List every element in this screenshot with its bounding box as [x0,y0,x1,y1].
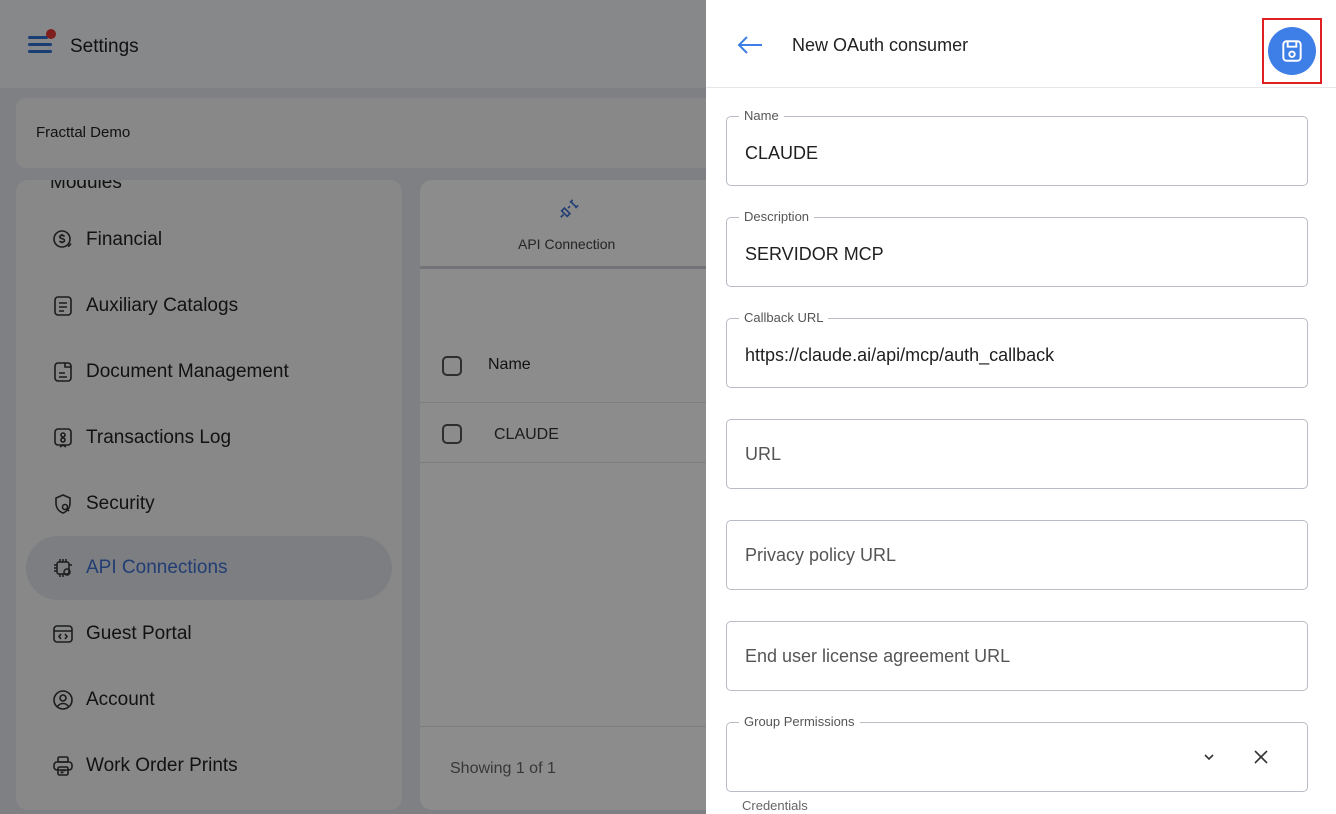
eula-placeholder: End user license agreement URL [745,646,1011,666]
callback-url-field[interactable]: Callback URL https://claude.ai/api/mcp/a… [726,310,1308,388]
save-button[interactable] [1268,27,1316,75]
field-label: Name [739,108,784,123]
description-value: SERVIDOR MCP [745,244,884,264]
privacy-policy-url-field[interactable]: Privacy policy URL [726,520,1308,590]
description-field[interactable]: Description SERVIDOR MCP [726,209,1308,287]
callback-url-value: https://claude.ai/api/mcp/auth_callback [745,345,1055,365]
panel-header: New OAuth consumer [706,0,1336,88]
field-label: Description [739,209,815,224]
back-arrow-icon[interactable] [736,34,764,56]
credentials-label: Credentials [742,798,808,813]
settings-app: Settings Fracttal Demo Modules Financial… [0,0,706,814]
save-highlight [1262,18,1322,84]
oauth-consumer-panel: New OAuth consumer Name CLAUDE Descripti… [706,0,1336,814]
group-permissions-select[interactable]: Group Permissions [726,714,1308,792]
modal-backdrop[interactable] [0,0,706,814]
panel-title: New OAuth consumer [792,35,969,55]
field-label: Callback URL [739,310,829,325]
name-field[interactable]: Name CLAUDE [726,108,1308,186]
name-value: CLAUDE [745,143,819,163]
url-placeholder: URL [745,444,782,464]
eula-url-field[interactable]: End user license agreement URL [726,621,1308,691]
chevron-down-icon[interactable] [1201,749,1217,765]
save-icon [1282,40,1302,62]
field-label: Group Permissions [739,714,860,729]
close-icon[interactable] [1251,747,1271,767]
url-field[interactable]: URL [726,419,1308,489]
privacy-placeholder: Privacy policy URL [745,545,897,565]
